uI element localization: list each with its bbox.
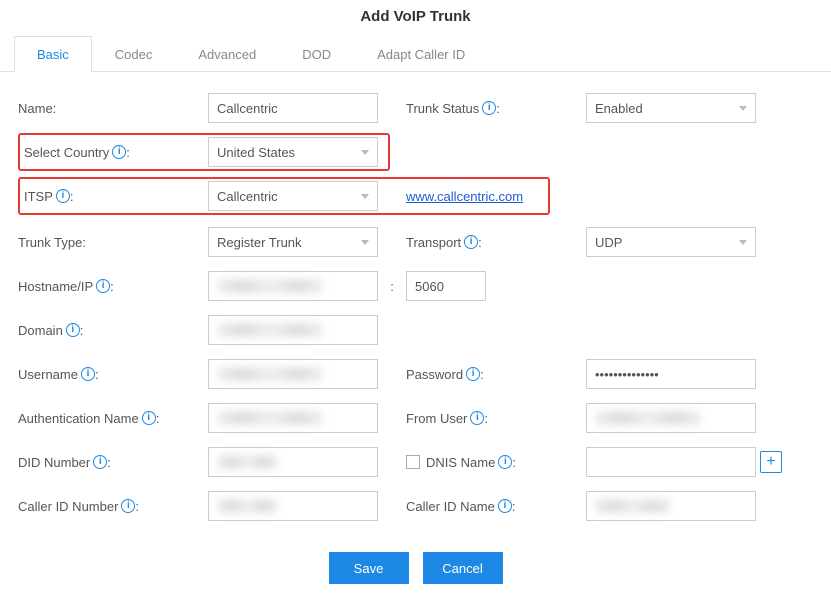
tab-advanced[interactable]: Advanced bbox=[175, 36, 279, 72]
chevron-down-icon bbox=[739, 106, 747, 111]
trunk-status-select[interactable]: Enabled bbox=[586, 93, 756, 123]
hostname-input[interactable] bbox=[208, 271, 378, 301]
label-caller-id-number: Caller ID Number bbox=[18, 499, 118, 514]
save-button[interactable]: Save bbox=[329, 552, 409, 584]
label-dnis-name: DNIS Name bbox=[426, 455, 495, 470]
chevron-down-icon bbox=[739, 240, 747, 245]
select-country-select[interactable]: United States bbox=[208, 137, 378, 167]
transport-select[interactable]: UDP bbox=[586, 227, 756, 257]
label-select-country: Select Country bbox=[24, 145, 109, 160]
info-icon[interactable] bbox=[93, 455, 107, 469]
label-auth-name: Authentication Name bbox=[18, 411, 139, 426]
dnis-name-checkbox[interactable] bbox=[406, 455, 420, 469]
caller-id-number-input[interactable] bbox=[208, 491, 378, 521]
label-caller-id-name: Caller ID Name bbox=[406, 499, 495, 514]
label-domain: Domain bbox=[18, 323, 63, 338]
tab-basic[interactable]: Basic bbox=[14, 36, 92, 72]
label-hostname: Hostname/IP bbox=[18, 279, 93, 294]
info-icon[interactable] bbox=[498, 455, 512, 469]
add-row-button[interactable]: + bbox=[760, 451, 782, 473]
dnis-name-input[interactable] bbox=[586, 447, 756, 477]
caller-id-name-input[interactable] bbox=[586, 491, 756, 521]
chevron-down-icon bbox=[361, 150, 369, 155]
info-icon[interactable] bbox=[112, 145, 126, 159]
domain-input[interactable] bbox=[208, 315, 378, 345]
auth-name-input[interactable] bbox=[208, 403, 378, 433]
form-body: Name: Trunk Status : Enabled Select Coun… bbox=[0, 72, 831, 542]
info-icon[interactable] bbox=[121, 499, 135, 513]
button-bar: Save Cancel bbox=[0, 542, 831, 598]
username-input[interactable] bbox=[208, 359, 378, 389]
tab-bar: Basic Codec Advanced DOD Adapt Caller ID bbox=[0, 35, 831, 72]
itsp-select[interactable]: Callcentric bbox=[208, 181, 378, 211]
name-input[interactable] bbox=[208, 93, 378, 123]
info-icon[interactable] bbox=[464, 235, 478, 249]
chevron-down-icon bbox=[361, 194, 369, 199]
info-icon[interactable] bbox=[96, 279, 110, 293]
label-from-user: From User bbox=[406, 411, 467, 426]
port-colon: : bbox=[378, 279, 406, 294]
highlight-select-country: Select Country : United States bbox=[18, 133, 390, 171]
label-itsp: ITSP bbox=[24, 189, 53, 204]
label-transport: Transport bbox=[406, 235, 461, 250]
from-user-input[interactable] bbox=[586, 403, 756, 433]
tab-dod[interactable]: DOD bbox=[279, 36, 354, 72]
trunk-type-select[interactable]: Register Trunk bbox=[208, 227, 378, 257]
label-trunk-status: Trunk Status bbox=[406, 101, 479, 116]
port-input[interactable] bbox=[406, 271, 486, 301]
did-number-input[interactable] bbox=[208, 447, 378, 477]
tab-codec[interactable]: Codec bbox=[92, 36, 176, 72]
itsp-link[interactable]: www.callcentric.com bbox=[406, 189, 523, 204]
info-icon[interactable] bbox=[56, 189, 70, 203]
info-icon[interactable] bbox=[466, 367, 480, 381]
info-icon[interactable] bbox=[482, 101, 496, 115]
label-trunk-type: Trunk Type: bbox=[18, 235, 208, 250]
password-input[interactable] bbox=[586, 359, 756, 389]
info-icon[interactable] bbox=[498, 499, 512, 513]
tab-adapt-caller-id[interactable]: Adapt Caller ID bbox=[354, 36, 488, 72]
info-icon[interactable] bbox=[66, 323, 80, 337]
highlight-itsp: ITSP : Callcentric www.callcentric.com bbox=[18, 177, 550, 215]
page-title: Add VoIP Trunk bbox=[0, 0, 831, 35]
info-icon[interactable] bbox=[470, 411, 484, 425]
label-did-number: DID Number bbox=[18, 455, 90, 470]
label-name: Name: bbox=[18, 101, 208, 116]
info-icon[interactable] bbox=[81, 367, 95, 381]
cancel-button[interactable]: Cancel bbox=[423, 552, 503, 584]
label-password: Password bbox=[406, 367, 463, 382]
info-icon[interactable] bbox=[142, 411, 156, 425]
label-username: Username bbox=[18, 367, 78, 382]
chevron-down-icon bbox=[361, 240, 369, 245]
